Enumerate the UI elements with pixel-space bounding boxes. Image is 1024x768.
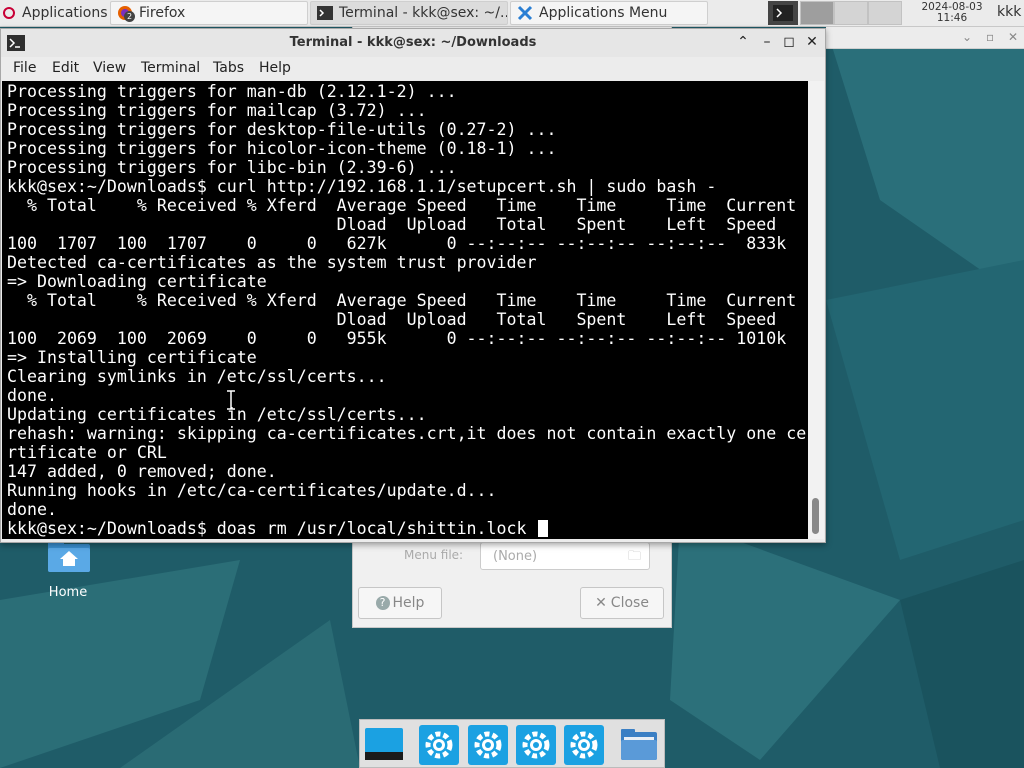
taskbar-applications-menu[interactable]: Applications Menu [510, 1, 708, 25]
help-icon: ? [375, 596, 390, 610]
workspace-3[interactable] [868, 1, 902, 25]
chevron-down-icon[interactable]: ⌄ [962, 30, 972, 44]
workspace-1[interactable] [800, 1, 834, 25]
menu-tabs[interactable]: Tabs [213, 60, 244, 76]
chevron-up-icon[interactable]: ⌃ [735, 34, 751, 50]
terminal-line: Dload Upload Total Spent Left Speed [7, 310, 777, 329]
terminal-output[interactable]: Processing triggers for man-db (2.12.1-2… [2, 81, 808, 539]
text-cursor [537, 520, 548, 537]
terminal-line: Processing triggers for desktop-file-uti… [7, 120, 557, 139]
terminal-line: => Downloading certificate [7, 272, 267, 291]
settings-gear-icon-3[interactable] [515, 724, 557, 766]
workspace-2[interactable] [834, 1, 868, 25]
debian-swirl-icon [2, 5, 16, 21]
settings-gear-icon-1[interactable] [418, 724, 460, 766]
terminal-icon [317, 5, 333, 21]
taskbar-applications-menu-label: Applications Menu [539, 5, 668, 21]
terminal-line: Processing triggers for mailcap (3.72) .… [7, 101, 427, 120]
menu-help[interactable]: Help [259, 60, 291, 76]
close-button[interactable]: ✕ Close [580, 587, 664, 619]
close-x-icon: ✕ [595, 595, 607, 611]
terminal-menubar: File Edit View Terminal Tabs Help [1, 57, 825, 81]
terminal-line: Processing triggers for libc-bin (2.39-6… [7, 158, 457, 177]
terminal-line: done. [7, 500, 57, 519]
terminal-line: % Total % Received % Xferd Average Speed… [7, 196, 797, 215]
menu-terminal[interactable]: Terminal [141, 60, 200, 76]
terminal-line: Running hooks in /etc/ca-certificates/up… [7, 481, 497, 500]
terminal-line: rtificate or CRL [7, 443, 167, 462]
menu-view[interactable]: View [93, 60, 126, 76]
terminal-title: Terminal - kkk@sex: ~/Downloads [289, 35, 537, 50]
taskbar-terminal[interactable]: Terminal - kkk@sex: ~/... [310, 1, 508, 25]
terminal-launcher[interactable] [768, 1, 798, 25]
taskbar-terminal-label: Terminal - kkk@sex: ~/... [339, 5, 508, 21]
menu-file-label: Menu file: [404, 548, 464, 562]
menu-file[interactable]: File [13, 60, 36, 76]
terminal-line: => Installing certificate [7, 348, 257, 367]
terminal-line: % Total % Received % Xferd Average Speed… [7, 291, 797, 310]
scrollbar-thumb[interactable] [812, 498, 819, 534]
clock-time: 11:46 [936, 12, 968, 24]
terminal-titlebar[interactable]: Terminal - kkk@sex: ~/Downloads ⌃ – ◻ ✕ [1, 29, 825, 58]
restore-icon[interactable]: ▫ [986, 30, 994, 44]
terminal-line: 100 2069 100 2069 0 0 955k 0 --:--:-- --… [7, 329, 787, 348]
user-label[interactable]: kkk [997, 4, 1021, 20]
folder-icon[interactable]: 🗀 [628, 547, 641, 569]
ibeam-cursor-icon [227, 390, 235, 410]
file-manager-folder-icon[interactable] [618, 724, 660, 766]
help-button-label: Help [392, 595, 425, 611]
terminal-prompt-line[interactable]: kkk@sex:~/Downloads$ doas rm /usr/local/… [7, 519, 806, 538]
dock [359, 719, 665, 768]
terminal-line: Processing triggers for hicolor-icon-the… [7, 139, 557, 158]
menu-file-field[interactable]: (None) 🗀 [480, 542, 650, 570]
show-desktop-icon[interactable] [363, 724, 405, 766]
terminal-line: Updating certificates in /etc/ssl/certs.… [7, 405, 427, 424]
menu-edit[interactable]: Edit [52, 60, 79, 76]
terminal-line: kkk@sex:~/Downloads$ curl http://192.168… [7, 177, 717, 196]
applications-label: Applications [22, 5, 108, 21]
minimize-icon[interactable]: – [759, 34, 775, 50]
terminal-line: Detected ca-certificates as the system t… [7, 253, 537, 272]
terminal-line: Dload Upload Total Spent Left Speed [7, 215, 777, 234]
top-panel: Applications 2 Firefox Terminal - kkk@se… [0, 0, 1024, 27]
settings-gear-icon-4[interactable] [563, 724, 605, 766]
home-folder-icon[interactable] [44, 540, 94, 574]
menu-file-value: (None) [493, 549, 538, 564]
close-button-label: Close [610, 595, 649, 611]
terminal-line: done. [7, 386, 57, 405]
menu-editor-icon [517, 5, 533, 21]
terminal-line: Processing triggers for man-db (2.12.1-2… [7, 82, 457, 101]
window-count-badge: 2 [124, 11, 135, 22]
prompt-text: kkk@sex:~/Downloads$ doas rm /usr/local/… [7, 519, 537, 538]
close-icon[interactable]: ✕ [1008, 30, 1018, 44]
taskbar-firefox-label: Firefox [139, 5, 186, 21]
help-button[interactable]: ? Help [358, 587, 442, 619]
clock[interactable]: 2024-08-03 11:46 [912, 0, 992, 28]
background-window-titlebar: ⌄ ▫ ✕ [826, 26, 1024, 49]
terminal-line: 147 added, 0 removed; done. [7, 462, 277, 481]
home-label[interactable]: Home [36, 585, 100, 600]
applications-menu-button[interactable]: Applications [0, 1, 108, 25]
close-icon[interactable]: ✕ [804, 34, 820, 50]
terminal-line: rehash: warning: skipping ca-certificate… [7, 424, 807, 443]
terminal-line: Clearing symlinks in /etc/ssl/certs... [7, 367, 387, 386]
terminal-line: 100 1707 100 1707 0 0 627k 0 --:--:-- --… [7, 234, 787, 253]
terminal-launcher-icon [773, 5, 793, 21]
settings-gear-icon-2[interactable] [467, 724, 509, 766]
terminal-scrollbar[interactable] [808, 81, 824, 539]
terminal-window: Terminal - kkk@sex: ~/Downloads ⌃ – ◻ ✕ … [0, 28, 826, 543]
firefox-icon: 2 [117, 5, 135, 22]
terminal-lines: Processing triggers for man-db (2.12.1-2… [7, 82, 806, 538]
taskbar-firefox[interactable]: 2 Firefox [110, 1, 308, 25]
maximize-icon[interactable]: ◻ [781, 34, 797, 50]
